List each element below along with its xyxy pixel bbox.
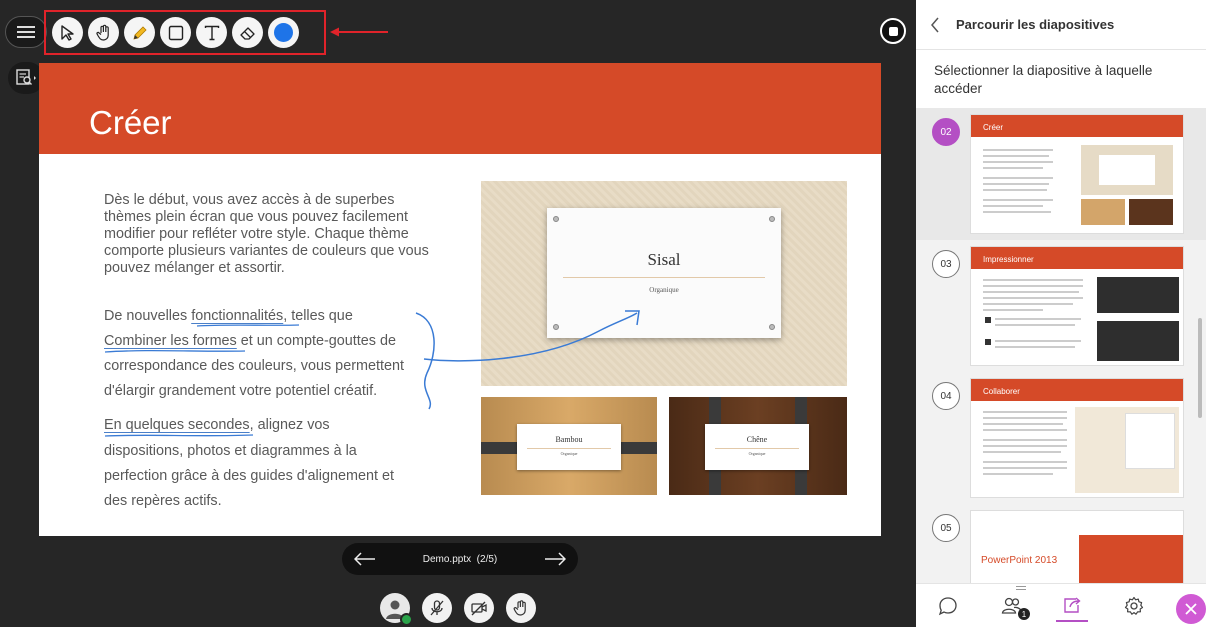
previous-slide-icon[interactable] (354, 552, 376, 566)
card-title: Bambou (555, 435, 583, 444)
color-picker-button[interactable] (268, 17, 299, 48)
panel-header: Parcourir les diapositives (916, 0, 1206, 50)
pencil-tool-button[interactable] (124, 17, 155, 48)
chat-button[interactable] (932, 590, 964, 622)
sisal-card: Sisal Organique (547, 208, 781, 338)
eraser-icon (239, 26, 255, 40)
slide-paragraph-2-line-1: De nouvelles fonctionnalités, telles que (104, 308, 353, 324)
sisal-image: Sisal Organique (481, 181, 847, 386)
slide-paragraph-2-line-4: d'élargir grandement votre potentiel cré… (104, 383, 378, 399)
close-collaborate-button[interactable] (1176, 594, 1206, 624)
camera-off-icon (471, 601, 487, 616)
eraser-tool-button[interactable] (232, 17, 263, 48)
settings-button[interactable] (1118, 590, 1150, 622)
card-title: Sisal (647, 250, 681, 269)
card-subtitle: Organique (560, 451, 578, 456)
next-slide-icon[interactable] (544, 552, 566, 566)
slides-browser-panel: Parcourir les diapositives Sélectionner … (916, 0, 1206, 627)
panel-instruction: Sélectionner la diapositive à laquelle a… (934, 63, 1153, 96)
microphone-toggle[interactable] (422, 593, 452, 623)
my-avatar-button[interactable] (380, 593, 413, 626)
bambou-card: Bambou Organique (517, 424, 621, 470)
pan-tool-button[interactable] (88, 17, 119, 48)
participants-count-badge: 1 (1018, 608, 1030, 620)
thumbnail-scrollbar[interactable] (1198, 318, 1202, 418)
card-title: Chêne (746, 435, 768, 444)
microphone-off-icon (430, 600, 444, 616)
red-arrow-annotation-icon (330, 27, 388, 37)
slide-title: Créer (89, 104, 172, 141)
thumbnail-title: Collaborer (983, 387, 1020, 396)
slide-thumbnail-row[interactable]: 04 Collaborer (916, 372, 1206, 504)
bambou-image: Bambou Organique (481, 397, 657, 495)
rectangle-tool-button[interactable] (160, 17, 191, 48)
share-icon (1064, 597, 1081, 613)
pan-hand-icon (95, 24, 109, 41)
slide-number-badge: 04 (932, 382, 960, 410)
slide-thumbnail-row[interactable]: 02 Créer (916, 108, 1206, 240)
stop-sharing-button[interactable] (880, 18, 906, 44)
current-slide[interactable]: Créer Dès le début, vous avez accès à de… (39, 63, 881, 536)
zoom-slide-icon (16, 69, 36, 85)
underlined-phrase: fonctionnalités (191, 308, 284, 324)
thumbnail-title: Créer (983, 123, 1004, 132)
presentation-stage: Créer Dès le début, vous avez accès à de… (0, 0, 916, 627)
annotation-toolbar (44, 10, 326, 55)
slide-paragraph-3-line-4: des repères actifs. (104, 493, 222, 509)
share-content-button[interactable] (1056, 590, 1088, 622)
text-tool-button[interactable] (196, 17, 227, 48)
slide-paragraph-2-line-2: Combiner les formes et un compte-gouttes… (104, 333, 396, 349)
slide-paragraph-3-line-1: En quelques secondes, alignez vos (104, 417, 330, 433)
close-icon (1185, 603, 1197, 615)
slide-navigation-bar: Demo.pptx (2/5) (342, 543, 578, 575)
chene-image: Chêne Organique (669, 397, 847, 495)
color-picker-icon (274, 23, 293, 42)
chene-card: Chêne Organique (705, 424, 809, 470)
slide-thumbnail[interactable]: Créer (970, 114, 1184, 234)
card-subtitle: Organique (748, 451, 766, 456)
slide-thumbnail-list: 02 Créer 03 Impressionner 04 Collaborer … (916, 108, 1206, 583)
slide-thumbnail[interactable]: PowerPoint 2013 (970, 510, 1184, 583)
participants-button[interactable]: 1 (996, 590, 1030, 622)
thumbnail-title: PowerPoint 2013 (981, 555, 1058, 566)
slide-paragraph-2-line-3: correspondance des couleurs, vous permet… (104, 358, 404, 374)
text-icon (204, 25, 219, 40)
gear-icon (1124, 596, 1144, 615)
select-tool-button[interactable] (52, 17, 83, 48)
hamburger-icon (17, 26, 35, 38)
slide-paragraph-1: Dès le début, vous avez accès à de super… (104, 192, 429, 276)
chat-bubble-icon (938, 597, 957, 616)
status-check-icon (400, 613, 413, 626)
slide-number-badge: 02 (932, 118, 960, 146)
raise-hand-toggle[interactable] (506, 593, 536, 623)
raise-hand-icon (513, 600, 526, 616)
card-subtitle: Organique (649, 286, 679, 294)
camera-toggle[interactable] (464, 593, 494, 623)
slide-paragraph-3-line-3: perfection grâce à des guides d'aligneme… (104, 468, 394, 484)
back-chevron-icon[interactable] (930, 17, 940, 33)
slide-number-badge: 05 (932, 514, 960, 542)
slide-paragraph-3-line-2: dispositions, photos et diagrammes à la (104, 443, 357, 459)
panel-footer-bar: 1 (916, 583, 1206, 627)
pencil-icon (132, 25, 147, 40)
slide-thumbnail[interactable]: Impressionner (970, 246, 1184, 366)
main-menu-button[interactable] (5, 16, 47, 48)
select-arrow-icon (60, 24, 74, 41)
stop-icon (888, 26, 898, 36)
slide-number-badge: 03 (932, 250, 960, 278)
panel-title: Parcourir les diapositives (956, 17, 1115, 32)
thumbnail-title: Impressionner (983, 255, 1034, 264)
underlined-phrase: Combiner les formes (104, 333, 237, 349)
slide-thumbnail-row[interactable]: 05 PowerPoint 2013 (916, 504, 1206, 583)
slide-thumbnail[interactable]: Collaborer (970, 378, 1184, 498)
underlined-phrase: En quelques secondes (104, 417, 250, 433)
rectangle-icon (168, 25, 183, 40)
slide-position-label: Demo.pptx (2/5) (422, 553, 498, 565)
slide-thumbnail-row[interactable]: 03 Impressionner (916, 240, 1206, 372)
